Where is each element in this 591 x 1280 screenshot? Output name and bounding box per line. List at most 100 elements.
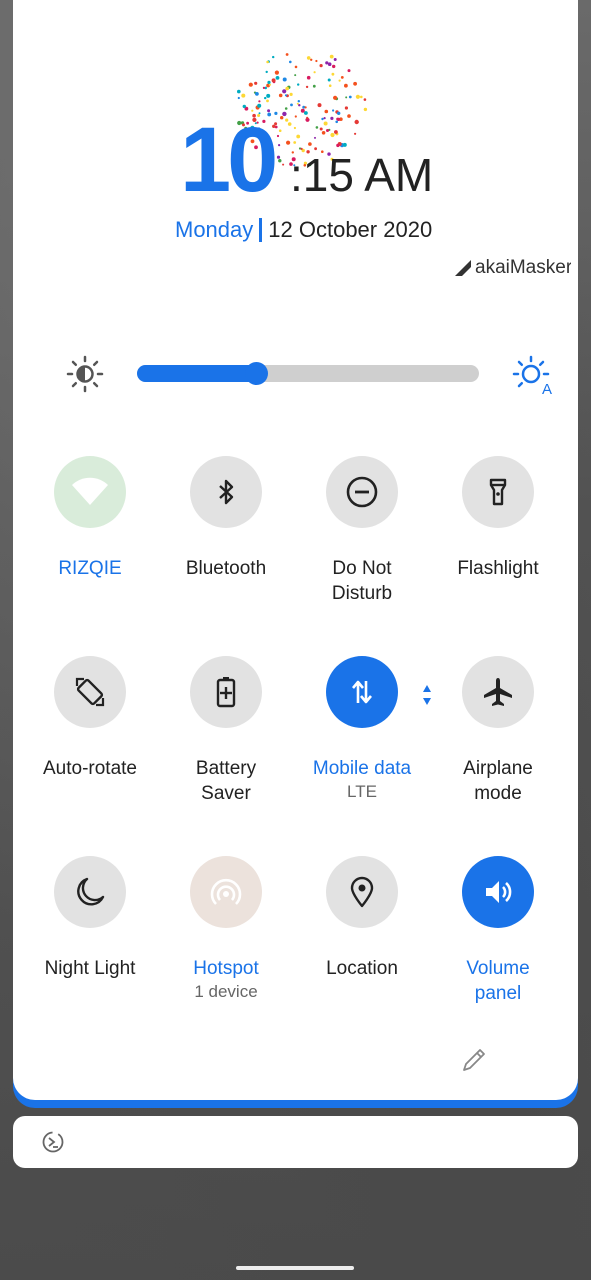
tile-location-label: Location	[326, 958, 398, 979]
confetti-dot	[345, 96, 348, 99]
tile-auto-rotate-label: Auto-rotate	[43, 758, 137, 779]
tile-airplane[interactable]: Airplane mode	[430, 656, 566, 826]
tile-volume-panel[interactable]: Volume panel	[430, 856, 566, 1026]
confetti-dot	[289, 60, 292, 64]
tile-dnd-button[interactable]	[326, 456, 398, 528]
tile-wifi-button[interactable]	[54, 456, 126, 528]
tile-flashlight-label: Flashlight	[457, 558, 539, 579]
tile-bluetooth-label: Bluetooth	[185, 558, 267, 579]
signal-triangle-icon	[455, 260, 471, 276]
edit-pencil-icon[interactable]	[460, 1046, 488, 1074]
tile-battery-saver-button[interactable]	[190, 656, 262, 728]
auto-brightness-icon[interactable]: A	[511, 354, 555, 398]
tile-battery-saver[interactable]: Battery Saver	[158, 656, 294, 826]
confetti-dot	[329, 54, 334, 59]
location-icon	[350, 876, 374, 908]
tile-bluetooth-button[interactable]	[190, 456, 262, 528]
tile-mobile-data-button[interactable]	[326, 656, 398, 728]
battery-saver-icon	[216, 677, 236, 708]
confetti-dot	[363, 107, 368, 112]
date-text: 12 October 2020	[268, 217, 433, 242]
media-output-icon	[42, 1131, 64, 1153]
carrier-brand-text: akaiMasker	[475, 257, 571, 278]
clock[interactable]: 10 :15 AM	[168, 109, 458, 211]
tile-flashlight[interactable]: Flashlight	[430, 456, 566, 626]
confetti-dot	[289, 92, 293, 96]
tile-hotspot-button[interactable]	[190, 856, 262, 928]
tile-auto-rotate-button[interactable]	[54, 656, 126, 728]
date-day: Monday	[175, 217, 254, 242]
tile-volume-panel-button[interactable]	[462, 856, 534, 928]
tile-hotspot[interactable]: Hotspot 1 device	[158, 856, 294, 1026]
confetti-dot	[332, 64, 336, 69]
confetti-dot	[360, 95, 363, 99]
confetti-dot	[242, 104, 246, 109]
confetti-dot	[294, 74, 297, 77]
confetti-dot	[267, 80, 271, 84]
svg-text:A: A	[542, 381, 552, 398]
confetti-dot	[264, 96, 267, 100]
confetti-dot	[344, 83, 348, 88]
confetti-dot	[297, 83, 300, 86]
tile-location[interactable]: Location	[294, 856, 430, 1026]
confetti-dot	[317, 103, 322, 108]
tile-location-button[interactable]	[326, 856, 398, 928]
confetti-dot	[284, 94, 288, 97]
confetti-dot	[363, 98, 367, 101]
tile-do-not-disturb[interactable]: Do Not Disturb	[294, 456, 430, 626]
tile-volume-panel-label: Volume panel	[466, 958, 530, 1004]
tile-mobile-data-sub: LTE	[347, 782, 377, 801]
confetti-dot	[333, 95, 338, 100]
mobile-data-icon	[352, 680, 372, 704]
hotspot-icon	[210, 878, 242, 905]
clock-hour: 10	[180, 109, 278, 211]
brightness-slider[interactable]	[137, 362, 479, 385]
confetti-dot	[327, 62, 332, 66]
gesture-home-bar[interactable]	[236, 1266, 354, 1270]
confetti-dot	[348, 95, 352, 99]
confetti-dot	[312, 84, 316, 88]
confetti-dot	[284, 107, 288, 110]
tile-mobile-data[interactable]: Mobile data LTE	[294, 656, 431, 826]
confetti-dot	[310, 58, 313, 61]
confetti-dot	[258, 100, 261, 103]
confetti-dot	[315, 59, 318, 63]
tile-wifi-label: RIZQIE	[58, 558, 122, 579]
confetti-dot	[306, 56, 311, 60]
tile-bluetooth[interactable]: Bluetooth	[158, 456, 294, 626]
tile-night-light-label: Night Light	[44, 958, 136, 979]
wifi-icon	[72, 477, 108, 505]
confetti-dot	[282, 77, 287, 82]
tile-wifi[interactable]: RIZQIE	[22, 456, 158, 626]
brightness-slider-thumb[interactable]	[244, 362, 268, 385]
tile-auto-rotate[interactable]: Auto-rotate	[22, 656, 158, 826]
quick-settings-panel: 10 :15 AM Monday 12 October 2020 akaiMas…	[13, 0, 578, 1100]
confetti-dot	[248, 82, 253, 87]
do-not-disturb-icon	[346, 476, 378, 508]
tile-airplane-button[interactable]	[462, 656, 534, 728]
confetti-dot	[266, 99, 269, 103]
confetti-dot	[285, 86, 289, 91]
confetti-dot	[331, 72, 335, 76]
confetti-dot	[285, 53, 289, 56]
tile-mobile-data-label: Mobile data	[312, 758, 412, 779]
tile-night-light-button[interactable]	[54, 856, 126, 928]
auto-rotate-icon	[75, 677, 105, 707]
confetti-dot	[271, 78, 276, 83]
confetti-dot	[313, 71, 316, 74]
confetti-dot	[347, 69, 351, 73]
confetti-dot	[353, 81, 357, 86]
confetti-dot	[290, 103, 293, 107]
tile-flashlight-button[interactable]	[462, 456, 534, 528]
confetti-dot	[272, 55, 275, 59]
date-row[interactable]: Monday 12 October 2020	[175, 215, 432, 245]
tile-night-light[interactable]: Night Light	[22, 856, 158, 1026]
confetti-dot	[338, 79, 341, 82]
confetti-dot	[266, 60, 269, 64]
brightness-low-icon	[66, 355, 104, 393]
night-light-icon	[77, 877, 105, 906]
notification-card[interactable]	[13, 1116, 578, 1168]
confetti-dot	[327, 78, 331, 82]
airplane-icon	[484, 678, 512, 706]
confetti-dot	[237, 96, 240, 100]
